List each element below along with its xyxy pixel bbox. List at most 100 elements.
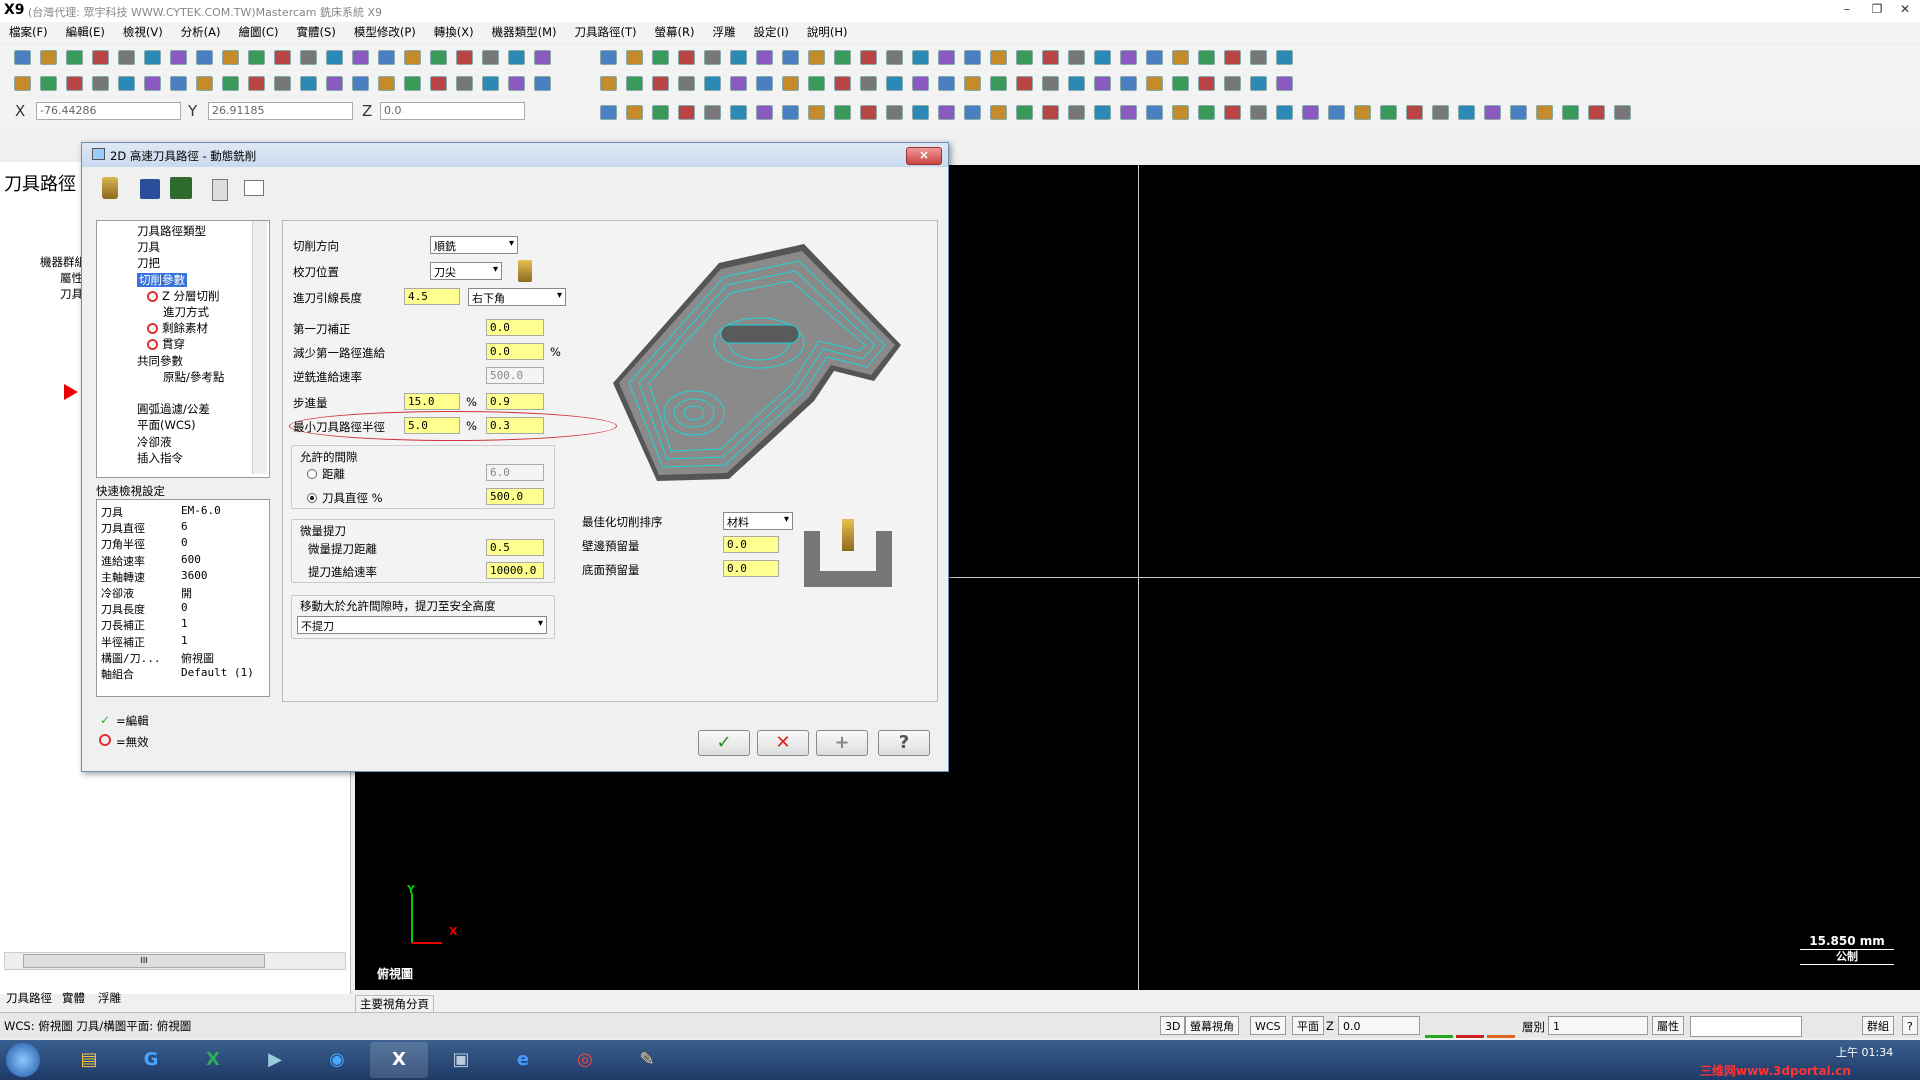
toolbar-button-icon[interactable] <box>300 76 317 91</box>
toolbar-button-icon[interactable] <box>1068 76 1085 91</box>
mastercam-icon[interactable]: X <box>370 1042 428 1078</box>
y-coord-input[interactable]: 26.91185 <box>208 102 353 120</box>
app-g-icon[interactable]: G <box>122 1042 180 1078</box>
menu-item-12[interactable]: 設定(I) <box>744 22 797 42</box>
menu-item-1[interactable]: 編輯(E) <box>57 22 114 42</box>
toolbar-button-icon[interactable] <box>1120 76 1137 91</box>
toolbar-button-icon[interactable] <box>40 76 57 91</box>
toolbar-button-icon[interactable] <box>938 105 955 120</box>
delete-params-icon[interactable] <box>244 180 264 196</box>
minimize-icon[interactable]: – <box>1834 2 1860 16</box>
toolbar-button-icon[interactable] <box>40 50 57 65</box>
tree-item[interactable]: 圓弧過濾/公差 <box>137 401 210 417</box>
toolbar-button-icon[interactable] <box>1276 76 1293 91</box>
toolbar-button-icon[interactable] <box>1510 105 1527 120</box>
toolbar-button-icon[interactable] <box>964 50 981 65</box>
toolbar-button-icon[interactable] <box>1016 50 1033 65</box>
x-coord-input[interactable]: -76.44286 <box>36 102 181 120</box>
chrome-icon[interactable]: ◎ <box>556 1042 614 1078</box>
tree-item[interactable]: 共同參數 <box>137 353 183 369</box>
toolbar-button-icon[interactable] <box>782 105 799 120</box>
media-icon[interactable]: ▶ <box>246 1042 304 1078</box>
save-icon[interactable] <box>140 179 160 199</box>
toolbar-button-icon[interactable] <box>534 76 551 91</box>
toolbar-button-icon[interactable] <box>1146 105 1163 120</box>
toolbar-button-icon[interactable] <box>678 76 695 91</box>
menu-item-13[interactable]: 說明(H) <box>798 22 857 42</box>
toolbar-button-icon[interactable] <box>912 76 929 91</box>
toolbar-button-icon[interactable] <box>534 50 551 65</box>
toolbar-button-icon[interactable] <box>938 50 955 65</box>
tab-relief[interactable]: 浮雕 <box>98 990 121 1006</box>
toolbar-button-icon[interactable] <box>704 105 721 120</box>
toolbar-button-icon[interactable] <box>1588 105 1605 120</box>
toolbar-button-icon[interactable] <box>352 76 369 91</box>
toolbar-button-icon[interactable] <box>300 50 317 65</box>
toolbar-button-icon[interactable] <box>730 76 747 91</box>
color-swatch-orange[interactable] <box>1487 1016 1515 1038</box>
toolbar-button-icon[interactable] <box>1094 50 1111 65</box>
cut-order-select[interactable]: 材料 <box>723 512 793 530</box>
toolbar-button-icon[interactable] <box>482 76 499 91</box>
toolbar-button-icon[interactable] <box>1328 105 1345 120</box>
toolbar-button-icon[interactable] <box>274 76 291 91</box>
toolbar-button-icon[interactable] <box>1198 76 1215 91</box>
gap-tool-dia-input[interactable]: 500.0 <box>486 488 544 505</box>
start-button[interactable] <box>6 1043 40 1077</box>
toolbar-button-icon[interactable] <box>1172 76 1189 91</box>
toolbar-button-icon[interactable] <box>704 50 721 65</box>
toolbar-button-icon[interactable] <box>1276 105 1293 120</box>
toolbar-button-icon[interactable] <box>938 76 955 91</box>
toolbar-button-icon[interactable] <box>678 105 695 120</box>
toolbar-button-icon[interactable] <box>274 50 291 65</box>
stepover-percent-input[interactable]: 15.0 <box>404 393 460 410</box>
menu-item-6[interactable]: 模型修改(P) <box>345 22 425 42</box>
toolbar-button-icon[interactable] <box>170 76 187 91</box>
toolbar-button-icon[interactable] <box>782 50 799 65</box>
toolbar-button-icon[interactable] <box>1250 50 1267 65</box>
close-icon[interactable]: ✕ <box>1892 2 1918 16</box>
toolbar-button-icon[interactable] <box>990 105 1007 120</box>
lead-length-input[interactable]: 4.5 <box>404 288 460 305</box>
groups-button[interactable]: 群組 <box>1862 1016 1894 1035</box>
toolbar-button-icon[interactable] <box>118 76 135 91</box>
toolbar-button-icon[interactable] <box>834 50 851 65</box>
tree-item[interactable]: 冷卻液 <box>137 434 172 450</box>
toolbar-button-icon[interactable] <box>482 50 499 65</box>
toolbar-button-icon[interactable] <box>196 76 213 91</box>
toolbar-button-icon[interactable] <box>1094 76 1111 91</box>
toolbar-button-icon[interactable] <box>456 76 473 91</box>
toolbar-button-icon[interactable] <box>144 76 161 91</box>
tree-item[interactable]: 進刀方式 <box>163 304 209 320</box>
tree-item[interactable]: 刀具路徑類型 <box>137 223 206 239</box>
toolbar-button-icon[interactable] <box>1614 105 1631 120</box>
toolbar-button-icon[interactable] <box>808 105 825 120</box>
tree-item[interactable]: 插入指令 <box>137 450 183 466</box>
toolbar-button-icon[interactable] <box>886 76 903 91</box>
toolbar-button-icon[interactable] <box>404 76 421 91</box>
toolbar-button-icon[interactable] <box>964 105 981 120</box>
tree-item[interactable]: Z 分層切削 <box>147 288 220 304</box>
cut-direction-select[interactable]: 順銑 <box>430 236 518 254</box>
menu-item-2[interactable]: 檢視(V) <box>114 22 172 42</box>
climb-feed-input[interactable]: 500.0 <box>486 367 544 384</box>
toolbar-button-icon[interactable] <box>1224 50 1241 65</box>
tree-item[interactable]: 剩餘素材 <box>147 320 208 336</box>
toolbar-button-icon[interactable] <box>1302 105 1319 120</box>
gap-tool-dia-radio[interactable] <box>307 493 317 503</box>
floor-stock-input[interactable]: 0.0 <box>723 560 779 577</box>
toolbar-button-icon[interactable] <box>1146 76 1163 91</box>
toolbar-button-icon[interactable] <box>860 50 877 65</box>
toolbar-button-icon[interactable] <box>430 76 447 91</box>
explorer-icon[interactable]: ▤ <box>60 1042 118 1078</box>
toolbar-button-icon[interactable] <box>860 105 877 120</box>
dialog-close-button[interactable]: × <box>906 147 942 165</box>
z-depth-input[interactable]: 0.0 <box>1338 1016 1420 1035</box>
toolbar-button-icon[interactable] <box>912 105 929 120</box>
toolbar-button-icon[interactable] <box>782 76 799 91</box>
tree-item[interactable]: 貫穿 <box>147 336 185 352</box>
menu-item-3[interactable]: 分析(A) <box>172 22 230 42</box>
toolbar-button-icon[interactable] <box>1172 50 1189 65</box>
toolbar-button-icon[interactable] <box>1536 105 1553 120</box>
toolbar-button-icon[interactable] <box>1146 50 1163 65</box>
